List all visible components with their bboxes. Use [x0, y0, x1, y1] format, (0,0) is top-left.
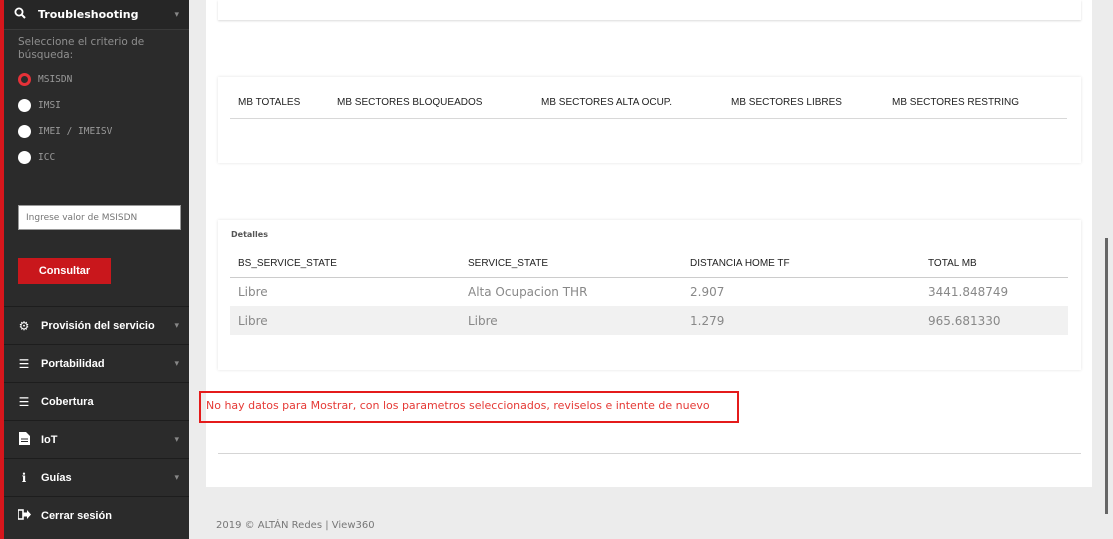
info-icon: i [21, 470, 27, 485]
sidebar-item-cobertura[interactable]: ☰ Cobertura [4, 382, 189, 420]
troubleshooting-header[interactable]: Troubleshooting ▾ [4, 0, 189, 30]
column-header: BS_SERVICE_STATE [230, 251, 460, 278]
sign-out-icon [14, 508, 34, 523]
sidebar-item-label: Cobertura [41, 395, 94, 408]
sliders-icon: ☰ [18, 394, 30, 409]
chevron-down-icon: ▾ [174, 358, 179, 369]
mb-header-cell: MB SECTORES LIBRES [731, 97, 842, 108]
table-cell: 965.681330 [920, 306, 1068, 335]
error-message: No hay datos para Mostrar, con los param… [206, 399, 710, 412]
radio-icc[interactable]: ICC [4, 146, 189, 169]
sidebar-item-provision[interactable]: ⚙ Provisión del servicio ▾ [4, 306, 189, 344]
mb-header-cell: MB SECTORES BLOQUEADOS [337, 97, 483, 108]
radio-button[interactable] [18, 151, 31, 164]
chevron-down-icon: ▾ [174, 320, 179, 331]
table-cell: Libre [460, 306, 682, 335]
chevron-down-icon: ▾ [174, 434, 179, 445]
search-value-input[interactable] [18, 205, 181, 230]
radio-button-checked[interactable] [18, 73, 31, 86]
table-cell: 1.279 [682, 306, 920, 335]
details-title: Detalles [231, 230, 268, 239]
chevron-down-icon: ▾ [174, 472, 179, 483]
sliders-icon: ☰ [18, 356, 30, 371]
scrollbar[interactable] [1105, 238, 1108, 514]
mb-table-header: MB TOTALES MB SECTORES BLOQUEADOS MB SEC… [230, 95, 1067, 119]
sidebar-item-portabilidad[interactable]: ☰ Portabilidad ▾ [4, 344, 189, 382]
table-cell: Libre [230, 306, 460, 335]
details-table: BS_SERVICE_STATE SERVICE_STATE DISTANCIA… [230, 251, 1068, 335]
search-criteria-prompt: Seleccione el criterio de búsqueda: [18, 36, 145, 61]
sidebar: Troubleshooting ▾ Seleccione el criterio… [0, 0, 189, 539]
table-cell: 3441.848749 [928, 284, 1009, 299]
radio-button[interactable] [18, 99, 31, 112]
consult-button[interactable]: Consultar [18, 258, 111, 284]
radio-button[interactable] [18, 125, 31, 138]
radio-imsi[interactable]: IMSI [4, 94, 189, 117]
sidebar-item-label: IoT [41, 433, 58, 446]
radio-label: MSISDN [38, 74, 73, 85]
sidebar-item-guias[interactable]: i Guías ▾ [4, 458, 189, 496]
sidebar-item-label: Portabilidad [41, 357, 105, 370]
sidebar-menu: ⚙ Provisión del servicio ▾ ☰ Portabilida… [4, 306, 189, 534]
table-row: Libre Alta Ocupacion THR 2.907 3441.8487… [230, 277, 1068, 306]
table-cell: Libre [238, 284, 268, 299]
column-header: SERVICE_STATE [460, 251, 682, 278]
top-panel [218, 0, 1081, 20]
radio-imei[interactable]: IMEI / IMEISV [4, 120, 189, 143]
search-icon [14, 7, 30, 22]
details-panel: Detalles BS_SERVICE_STATE SERVICE_STATE … [218, 220, 1081, 370]
sidebar-item-label: Cerrar sesión [41, 509, 112, 522]
troubleshooting-label: Troubleshooting [38, 8, 139, 21]
footer: 2019 © ALTÁN Redes | View360 [216, 520, 375, 531]
table-cell: 2.907 [690, 284, 725, 299]
file-icon [14, 431, 34, 448]
cogs-icon: ⚙ [18, 318, 30, 333]
table-row: Libre Libre 1.279 965.681330 [230, 306, 1068, 335]
mb-header-cell: MB SECTORES ALTA OCUP. [541, 97, 672, 108]
column-header: DISTANCIA HOME TF [682, 251, 920, 278]
table-header-row: BS_SERVICE_STATE SERVICE_STATE DISTANCIA… [230, 251, 1068, 278]
radio-label: IMSI [38, 100, 61, 111]
mb-header-cell: MB TOTALES [238, 97, 301, 108]
radio-label: ICC [38, 152, 56, 163]
radio-label: IMEI / IMEISV [38, 126, 113, 137]
chevron-down-icon: ▾ [174, 9, 179, 20]
mb-summary-panel: MB TOTALES MB SECTORES BLOQUEADOS MB SEC… [218, 77, 1081, 163]
sidebar-item-logout[interactable]: Cerrar sesión [4, 496, 189, 534]
sidebar-item-label: Guías [41, 471, 72, 484]
sidebar-item-iot[interactable]: IoT ▾ [4, 420, 189, 458]
divider [218, 453, 1081, 454]
radio-msisdn[interactable]: MSISDN [4, 68, 189, 91]
sidebar-item-label: Provisión del servicio [41, 319, 155, 332]
table-cell: Alta Ocupacion THR [468, 284, 588, 299]
column-header: TOTAL MB [920, 251, 1068, 278]
mb-header-cell: MB SECTORES RESTRING [892, 97, 1020, 108]
